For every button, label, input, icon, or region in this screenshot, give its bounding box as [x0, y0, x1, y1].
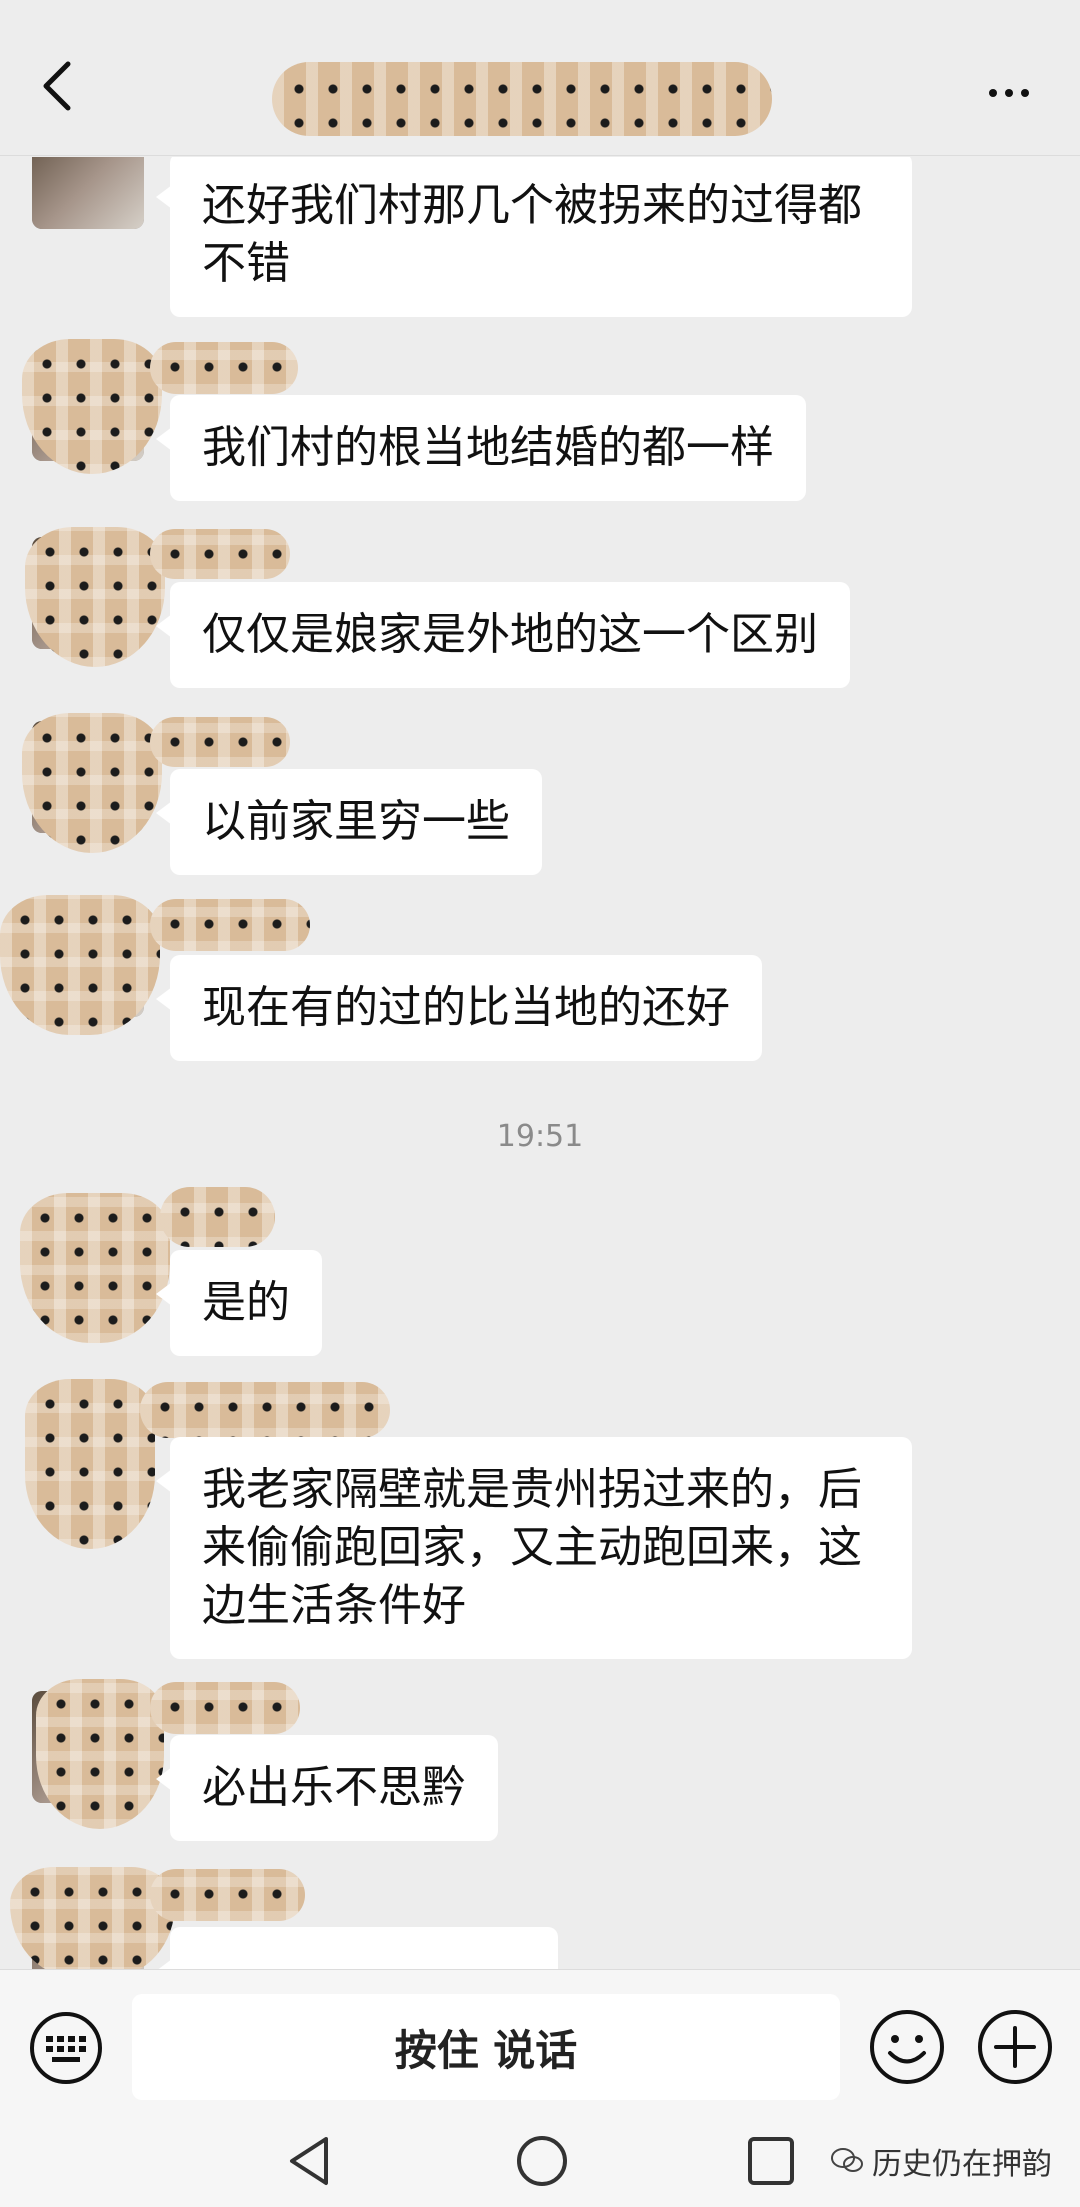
message-bubble[interactable]: 以前家里穷一些 — [156, 769, 542, 875]
sender-name-redacted — [150, 342, 298, 394]
message-text: 仅仅是娘家是外地的这一个区别 — [202, 609, 818, 660]
message-text: 我老家隔壁就是贵州拐过来的，后 来偷偷跑回家，又主动跑回来，这 边生活条件好 — [202, 1464, 862, 1631]
top-bar — [0, 18, 1080, 156]
watermark-text: 历史仍在押韵 — [872, 2147, 1052, 2182]
emoji-icon — [870, 2010, 944, 2084]
message-text: 以前家里穷一些 — [202, 796, 510, 847]
plus-icon — [978, 2010, 1052, 2084]
nav-home-button[interactable] — [514, 2131, 570, 2191]
sender-name-redacted — [150, 717, 290, 767]
more-dots-icon — [989, 89, 997, 97]
message-bubble-partial[interactable] — [156, 1927, 558, 1969]
message-bubble[interactable]: 现在有的过的比当地的还好 — [156, 955, 762, 1061]
message-bubble[interactable]: 是的 — [156, 1250, 322, 1356]
sender-name-redacted — [150, 899, 310, 951]
chat-title-redacted — [272, 62, 772, 136]
triangle-back-icon — [290, 2137, 328, 2185]
avatar[interactable] — [32, 157, 144, 229]
avatar-redaction — [20, 1193, 170, 1343]
nav-back-button[interactable] — [284, 2131, 334, 2191]
more-button[interactable] — [974, 68, 1044, 118]
message-text: 必出乐不思黔 — [202, 1762, 466, 1813]
more-actions-button[interactable] — [976, 2008, 1054, 2086]
emoji-button[interactable] — [868, 2008, 946, 2086]
input-bar: 按住 说话 — [0, 1969, 1080, 2119]
avatar-redaction — [0, 895, 160, 1035]
square-recent-icon — [748, 2137, 794, 2185]
chat-area[interactable]: 还好我们村那几个被拐来的过得都 不错 我们村的根当地结婚的都一样 仅仅是娘家是外… — [0, 157, 1080, 1969]
message-bubble[interactable]: 我老家隔壁就是贵州拐过来的，后 来偷偷跑回家，又主动跑回来，这 边生活条件好 — [156, 1437, 912, 1659]
hold-to-talk-button[interactable]: 按住 说话 — [132, 1994, 840, 2100]
message-text: 是的 — [202, 1277, 290, 1328]
watermark: 历史仍在押韵 — [830, 2139, 1052, 2183]
chevron-left-icon — [43, 61, 71, 111]
message-text: 现在有的过的比当地的还好 — [202, 982, 730, 1033]
wechat-logo-icon — [831, 2148, 863, 2172]
nav-recent-button[interactable] — [744, 2131, 798, 2191]
keyboard-icon — [30, 2012, 102, 2084]
back-button[interactable] — [28, 58, 84, 114]
sender-name-redacted — [160, 1187, 275, 1247]
sender-name-redacted — [150, 1682, 300, 1734]
sender-name-redacted — [150, 1869, 305, 1921]
keyboard-button[interactable] — [28, 2010, 104, 2086]
message-bubble[interactable]: 仅仅是娘家是外地的这一个区别 — [156, 582, 850, 688]
avatar-redaction — [25, 1379, 155, 1549]
avatar-redaction — [36, 1679, 164, 1829]
message-bubble[interactable]: 必出乐不思黔 — [156, 1735, 498, 1841]
sender-name-redacted — [140, 1382, 390, 1438]
sender-name-redacted — [150, 529, 290, 579]
avatar-redaction — [10, 1867, 175, 1969]
circle-home-icon — [517, 2136, 567, 2186]
message-text: 还好我们村那几个被拐来的过得都 不错 — [202, 180, 862, 289]
status-bar — [0, 0, 1080, 18]
system-nav-bar: 历史仍在押韵 — [0, 2119, 1080, 2207]
message-text: 我们村的根当地结婚的都一样 — [202, 422, 774, 473]
message-bubble[interactable]: 还好我们村那几个被拐来的过得都 不错 — [156, 157, 912, 317]
message-timestamp: 19:51 — [496, 1119, 584, 1154]
message-bubble[interactable]: 我们村的根当地结婚的都一样 — [156, 395, 806, 501]
